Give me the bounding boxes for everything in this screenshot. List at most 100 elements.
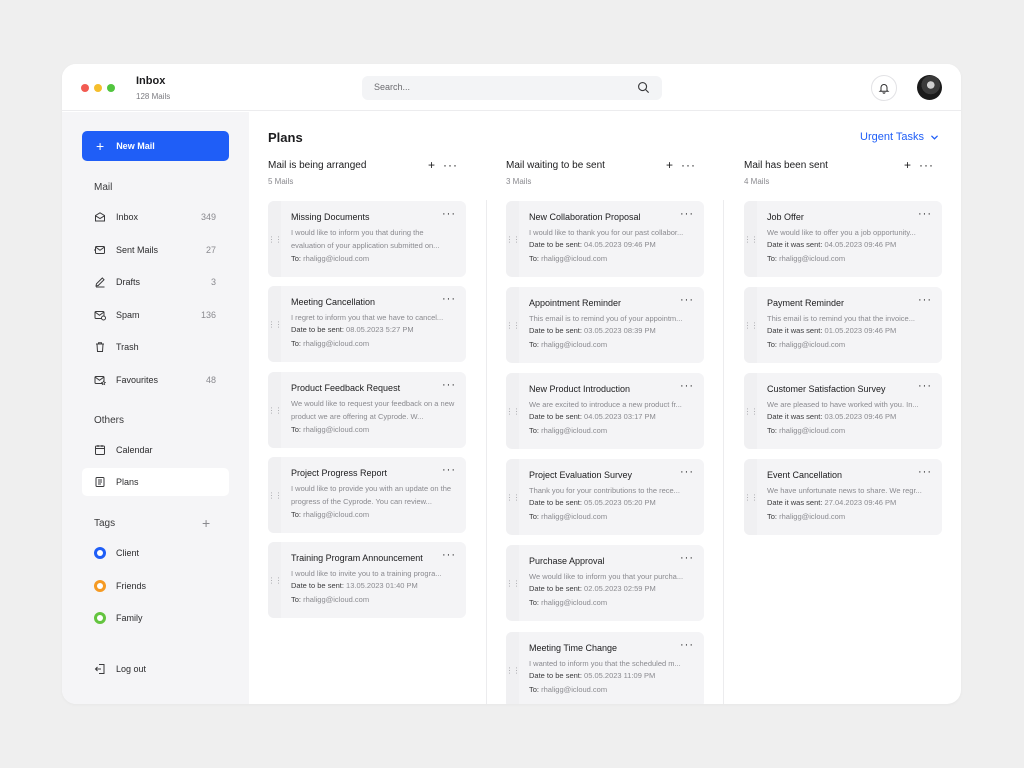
sidebar-item-trash[interactable]: Trash [82,333,229,361]
add-mail-button[interactable]: + [666,159,673,171]
mail-card-date: Date to be sent: 13.05.2023 01:40 PM [291,581,418,590]
mail-card[interactable]: ⋮⋮ Meeting Cancellation ··· I regret to inf… [268,286,466,362]
more-options-button[interactable]: ··· [919,159,934,171]
add-mail-button[interactable]: + [428,159,435,171]
card-more-button[interactable]: ··· [918,209,932,220]
drag-handle-icon[interactable]: ⋮⋮ [268,542,283,618]
mail-card-preview: I would like to thank you for our past c… [529,228,684,237]
mail-card-recipient: To: rhaligg@icloud.com [767,512,845,521]
card-more-button[interactable]: ··· [680,467,694,478]
minimize-window-dot[interactable] [94,84,102,92]
drag-handle-icon[interactable]: ⋮⋮ [506,459,521,535]
mail-card[interactable]: ⋮⋮ Payment Reminder ··· This email is to re… [744,287,942,363]
card-more-button[interactable]: ··· [680,295,694,306]
tag-client[interactable]: Client [82,539,229,567]
mail-card-preview: This email is to remind you of your appo… [529,314,683,323]
sidebar-item-sent[interactable]: Sent Mails 27 [82,236,229,264]
drag-handle-icon[interactable]: ⋮⋮ [744,201,759,277]
mail-card-recipient: To: rhaligg@icloud.com [529,426,607,435]
search-icon[interactable] [637,81,650,94]
drag-handle-icon[interactable]: ⋮⋮ [268,457,283,533]
card-more-button[interactable]: ··· [918,295,932,306]
add-mail-button[interactable]: + [904,159,911,171]
drag-handle-icon[interactable]: ⋮⋮ [506,287,521,363]
search-input[interactable]: Search... [362,76,662,100]
sidebar-item-plans[interactable]: Plans [82,468,229,496]
to-label: To: [291,595,302,604]
urgent-tasks-dropdown[interactable]: Urgent Tasks [860,131,939,143]
mail-card[interactable]: ⋮⋮ Customer Satisfaction Survey ··· We are … [744,373,942,449]
mail-card[interactable]: ⋮⋮ Appointment Reminder ··· This email is t… [506,287,704,363]
mail-card-preview: I would like to invite you to a training… [291,569,442,578]
drag-handle-icon[interactable]: ⋮⋮ [268,286,283,362]
send-icon [94,244,106,256]
recipient-email: rhaligg@icloud.com [541,512,608,521]
sidebar-item-label: Favourites [116,375,159,385]
more-options-button[interactable]: ··· [443,159,458,171]
logout-button[interactable]: Log out [82,655,229,683]
user-avatar[interactable] [917,75,942,100]
column-actions: + ··· [666,159,696,171]
drag-handle-icon[interactable]: ⋮⋮ [268,201,283,277]
date-label: Date it was sent: [767,498,823,507]
drag-handle-icon[interactable]: ⋮⋮ [506,632,521,704]
card-more-button[interactable]: ··· [680,209,694,220]
drag-handle-icon[interactable]: ⋮⋮ [268,372,283,448]
column-header: Mail has been sent 4 Mails + ··· [744,159,942,186]
top-bar: Inbox 128 Mails Search... [62,64,961,111]
date-value: 02.05.2023 02:59 PM [584,584,656,593]
mail-card[interactable]: ⋮⋮ Project Evaluation Survey ··· Thank you … [506,459,704,535]
card-more-button[interactable]: ··· [918,381,932,392]
maximize-window-dot[interactable] [107,84,115,92]
drag-handle-icon[interactable]: ⋮⋮ [744,459,759,535]
add-tag-button[interactable]: + [202,516,210,530]
mail-card-title: New Product Introduction [529,384,631,394]
notifications-button[interactable] [871,75,897,101]
sidebar-item-label: Spam [116,310,140,320]
card-more-button[interactable]: ··· [442,209,456,220]
mail-card[interactable]: ⋮⋮ Missing Documents ··· I would like to in… [268,201,466,277]
drag-handle-icon[interactable]: ⋮⋮ [744,373,759,449]
mail-card[interactable]: ⋮⋮ New Collaboration Proposal ··· I would l… [506,201,704,277]
drag-handle-icon[interactable]: ⋮⋮ [744,287,759,363]
mail-card[interactable]: ⋮⋮ Event Cancellation ··· We have unfortuna… [744,459,942,535]
to-label: To: [767,254,778,263]
mail-card[interactable]: ⋮⋮ Product Feedback Request ··· We would li… [268,372,466,448]
card-more-button[interactable]: ··· [442,465,456,476]
bell-icon [878,84,890,94]
more-options-button[interactable]: ··· [681,159,696,171]
new-mail-button[interactable]: + New Mail [82,131,229,161]
page-title: Plans [268,130,303,145]
drag-handle-icon[interactable]: ⋮⋮ [506,373,521,449]
mail-card[interactable]: ⋮⋮ Training Program Announcement ··· I woul… [268,542,466,618]
sidebar-item-calendar[interactable]: Calendar [82,436,229,464]
close-window-dot[interactable] [81,84,89,92]
card-more-button[interactable]: ··· [918,467,932,478]
tag-family[interactable]: Family [82,604,229,632]
sidebar-item-label: Drafts [116,277,141,287]
card-more-button[interactable]: ··· [442,294,456,305]
mail-card[interactable]: ⋮⋮ Purchase Approval ··· We would like to i… [506,545,704,621]
sidebar-item-spam[interactable]: Spam 136 [82,301,229,329]
mail-card[interactable]: ⋮⋮ Meeting Time Change ··· I wanted to info… [506,632,704,704]
sidebar-item-drafts[interactable]: Drafts 3 [82,268,229,296]
sent-count: 27 [205,245,216,255]
mail-card[interactable]: ⋮⋮ Job Offer ··· We would like to offer you… [744,201,942,277]
date-label: Date it was sent: [767,240,823,249]
mail-card[interactable]: ⋮⋮ Project Progress Report ··· I would like… [268,457,466,533]
mail-card-date: Date to be sent: 03.05.2023 08:39 PM [529,326,656,335]
sidebar-item-favourites[interactable]: Favourites 48 [82,366,229,394]
card-more-button[interactable]: ··· [680,553,694,564]
card-more-button[interactable]: ··· [442,550,456,561]
mail-card-title: Training Program Announcement [291,553,423,563]
mail-card[interactable]: ⋮⋮ New Product Introduction ··· We are exci… [506,373,704,449]
card-more-button[interactable]: ··· [442,380,456,391]
drag-handle-icon[interactable]: ⋮⋮ [506,201,521,277]
card-more-button[interactable]: ··· [680,381,694,392]
card-more-button[interactable]: ··· [680,640,694,651]
sidebar-item-inbox[interactable]: Inbox 349 [82,203,229,231]
tag-friends[interactable]: Friends [82,572,229,600]
drag-handle-icon[interactable]: ⋮⋮ [506,545,521,621]
date-value: 03.05.2023 08:39 PM [584,326,656,335]
drafts-count: 3 [210,277,216,287]
